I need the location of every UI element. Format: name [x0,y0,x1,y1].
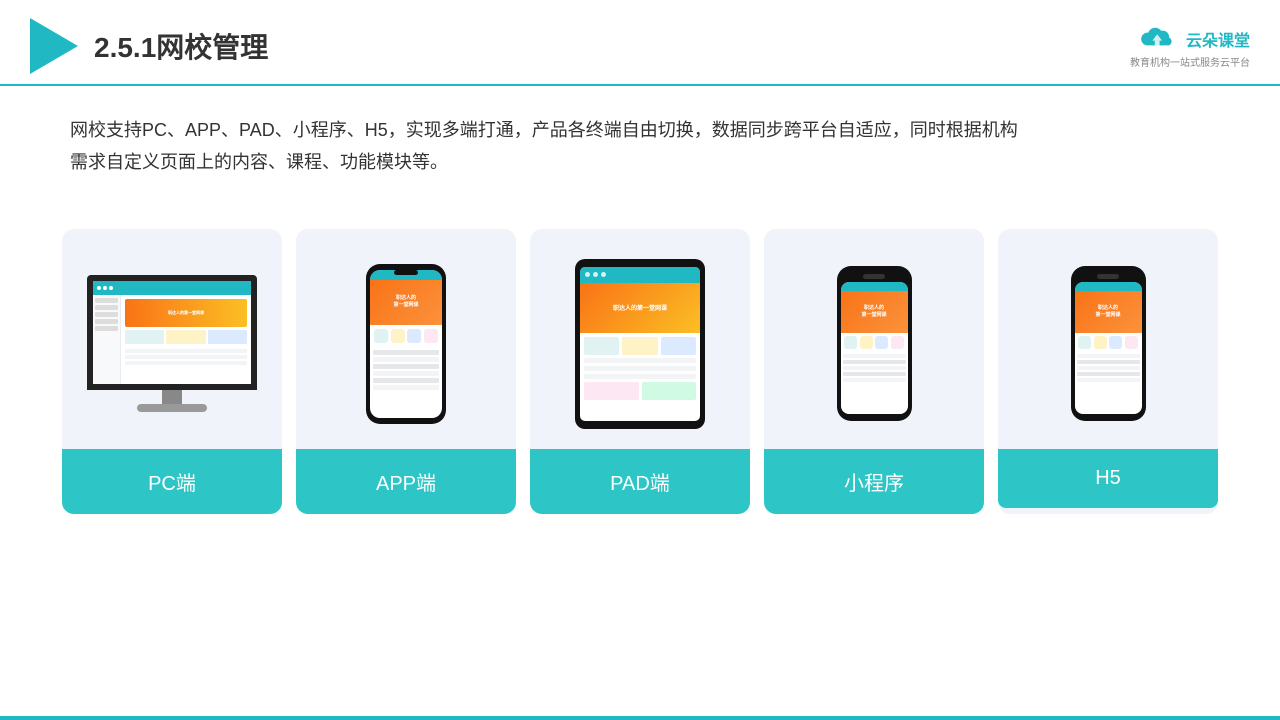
card-mini-image: 职达人的第一堂网课 [764,229,984,449]
header-right: 云朵课堂 教育机构一站式服务云平台 [1130,24,1250,69]
page-title: 2.5.1网校管理 [94,26,268,66]
card-pc-image: 职达人的第一堂网课 [62,229,282,449]
card-h5-image: 职达人的第一堂网课 [998,229,1218,449]
card-pc-label: PC端 [62,449,282,514]
card-app-label: APP端 [296,449,516,514]
card-mini-label: 小程序 [764,449,984,514]
phone-app-icon: 职达人的第一堂网课 [366,264,446,424]
cards-container: 职达人的第一堂网课 [0,199,1280,544]
small-phone-h5-icon: 职达人的第一堂网课 [1071,266,1146,421]
card-app-image: 职达人的第一堂网课 [296,229,516,449]
card-h5: 职达人的第一堂网课 [998,229,1218,514]
cloud-logo-icon [1138,24,1178,54]
card-pad-label: PAD端 [530,449,750,514]
description-line1: 网校支持PC、APP、PAD、小程序、H5，实现多端打通，产品各终端自由切换，数… [70,114,1210,146]
tablet-icon: 职达人的第一堂网课 [575,259,705,429]
description-line2: 需求自定义页面上的内容、课程、功能模块等。 [70,146,1210,178]
card-pad: 职达人的第一堂网课 [530,229,750,514]
description-block: 网校支持PC、APP、PAD、小程序、H5，实现多端打通，产品各终端自由切换，数… [0,86,1280,189]
header-left: 2.5.1网校管理 [30,18,268,74]
card-pc: 职达人的第一堂网课 [62,229,282,514]
header: 2.5.1网校管理 云朵课堂 教育机构一站式服务云平台 [0,0,1280,86]
card-h5-label: H5 [998,449,1218,508]
card-mini: 职达人的第一堂网课 [764,229,984,514]
brand-name: 云朵课堂 [1186,27,1250,51]
card-pad-image: 职达人的第一堂网课 [530,229,750,449]
bottom-bar [0,716,1280,720]
small-phone-mini-icon: 职达人的第一堂网课 [837,266,912,421]
brand-tagline: 教育机构一站式服务云平台 [1130,54,1250,69]
pc-monitor-icon: 职达人的第一堂网课 [87,275,257,412]
card-app: 职达人的第一堂网课 [296,229,516,514]
logo-triangle-icon [30,18,78,74]
brand-logo: 云朵课堂 [1138,24,1250,54]
